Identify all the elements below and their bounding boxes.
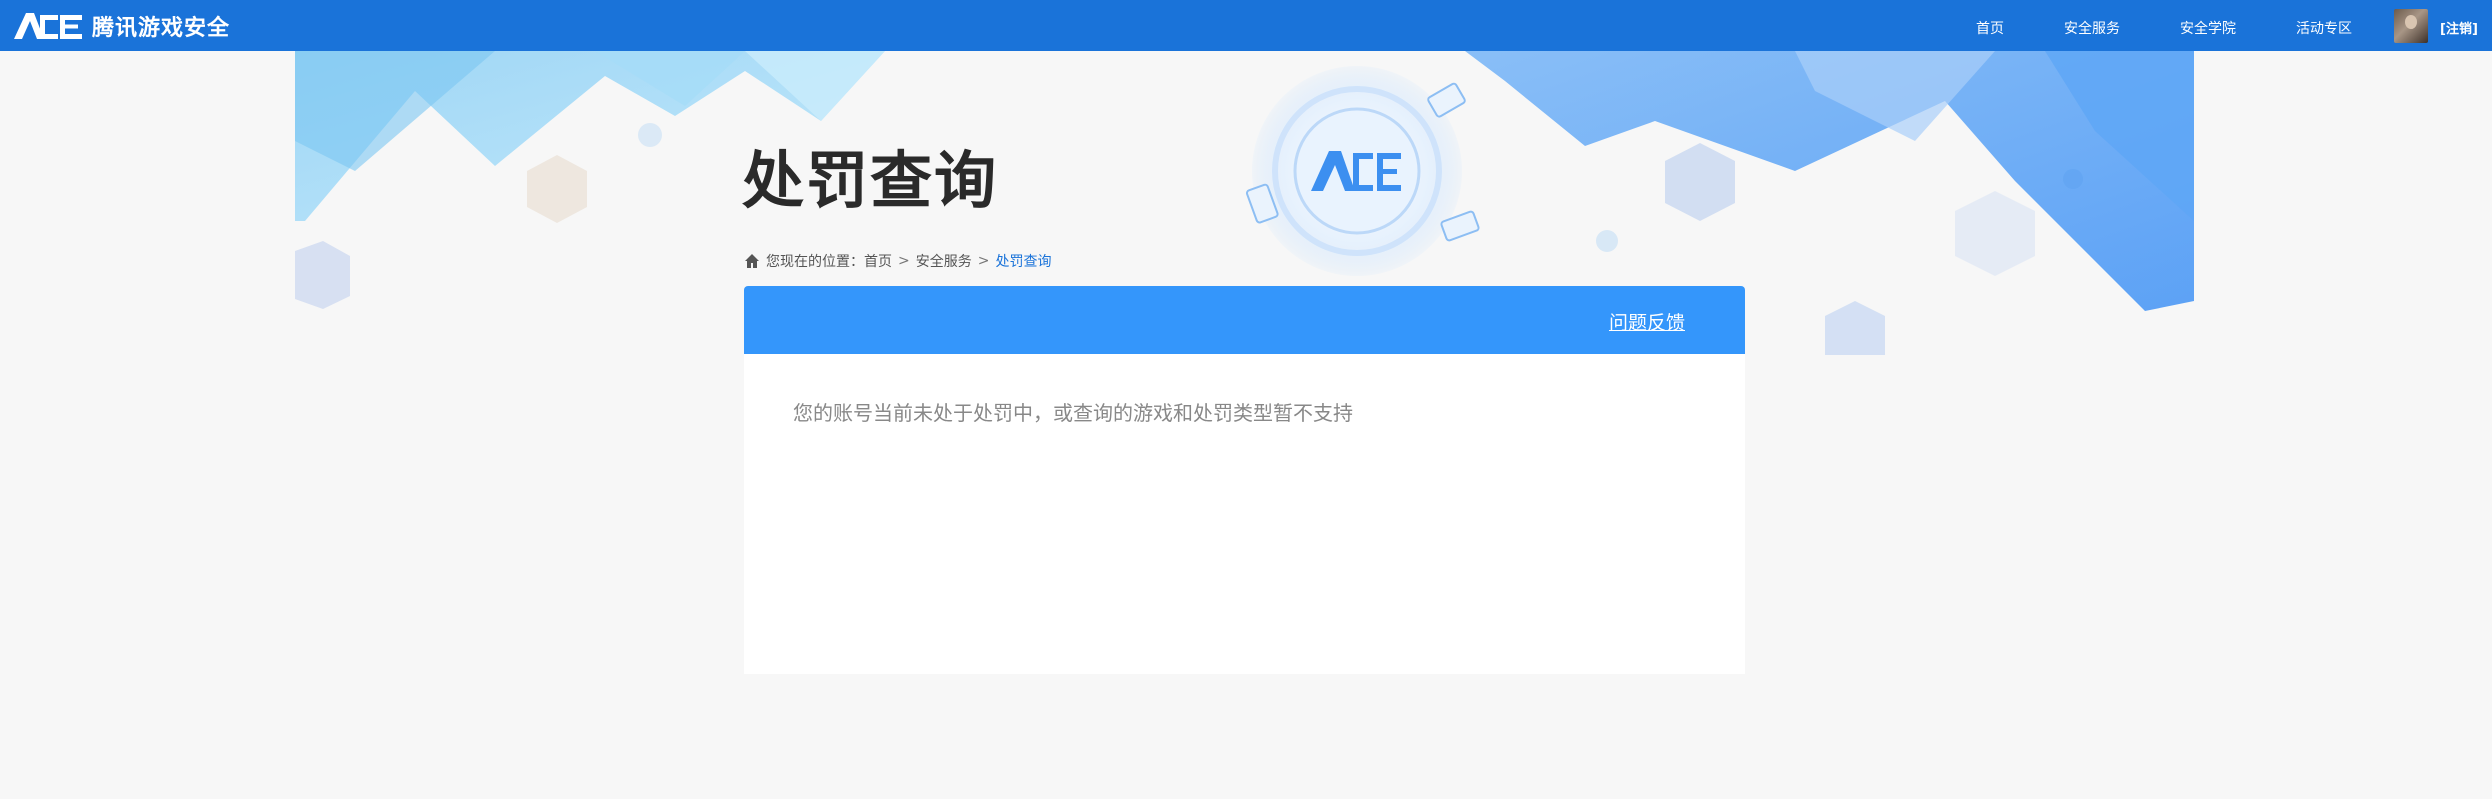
breadcrumb-security-services[interactable]: 安全服务 [916,251,972,271]
top-navigation-bar: 腾讯游戏安全 首页 安全服务 安全学院 活动专区 [注销] [0,0,2492,51]
ace-logo[interactable]: 腾讯游戏安全 [14,8,230,44]
page-title: 处罚查询 [742,144,999,217]
feedback-link[interactable]: 问题反馈 [1609,308,1685,335]
logout-link[interactable]: [注销] [2440,18,2478,37]
nav-home[interactable]: 首页 [1976,18,2004,38]
breadcrumb-current: 处罚查询 [995,254,1052,270]
home-icon [745,254,759,268]
brand-name: 腾讯游戏安全 [92,16,231,41]
nav-security-services[interactable]: 安全服务 [2064,18,2120,38]
breadcrumb-prefix: 您现在的位置： [766,254,864,270]
breadcrumb-home[interactable]: 首页 [864,251,892,271]
breadcrumb: 您现在的位置： 首页 > 安全服务 > 处罚查询 [744,251,1051,271]
nav-activity-zone[interactable]: 活动专区 [2296,18,2352,38]
nav-security-academy[interactable]: 安全学院 [2180,18,2236,38]
query-result-message: 您的账号当前未处于处罚中，或查询的游戏和处罚类型暂不支持 [793,401,1353,425]
panel-header: 问题反馈 [744,286,1745,354]
punishment-query-panel: 问题反馈 您的账号当前未处于处罚中，或查询的游戏和处罚类型暂不支持 [744,286,1745,674]
ace-logo-icon [14,13,82,39]
breadcrumb-separator: > [898,253,910,269]
breadcrumb-separator: > [977,253,990,269]
user-avatar[interactable] [2394,9,2428,43]
